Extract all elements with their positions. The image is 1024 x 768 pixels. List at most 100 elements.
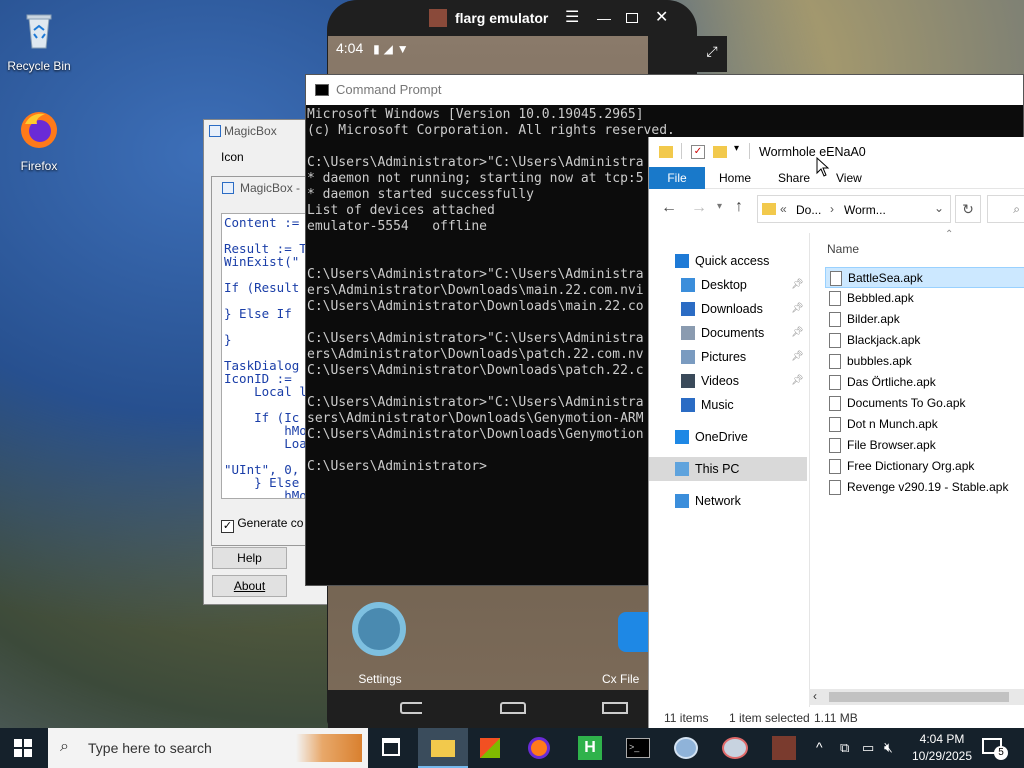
nav-item-videos[interactable]: Videos 📌︎ xyxy=(649,369,807,393)
refresh-icon[interactable]: ↻ xyxy=(955,195,981,223)
file-icon xyxy=(829,480,841,495)
nav-item-quick-access[interactable]: Quick access xyxy=(649,249,807,273)
explorer-title-bar[interactable]: ✓ ▾ Wormhole eENaA0 xyxy=(649,137,1024,167)
app-label-cx-file[interactable]: Cx File xyxy=(602,672,648,686)
volume-muted-icon[interactable]: 🔇︎ xyxy=(884,739,893,756)
file-row[interactable]: Bilder.apk xyxy=(825,309,1024,330)
recents-icon[interactable] xyxy=(602,702,628,714)
forward-arrow-icon[interactable]: → xyxy=(691,199,707,217)
notifications-button[interactable]: 5 xyxy=(982,738,1008,760)
file-row[interactable]: bubbles.apk xyxy=(825,351,1024,372)
desktop-icon-firefox[interactable]: Firefox xyxy=(2,108,76,173)
clock-date: 10/29/2025 xyxy=(911,749,973,763)
cmd-icon[interactable]: >_ xyxy=(626,738,650,758)
tab-view[interactable]: View xyxy=(836,167,862,189)
fullscreen-icon[interactable]: ⤢ xyxy=(697,36,727,72)
about-button[interactable]: About xyxy=(212,575,287,597)
help-button[interactable]: Help xyxy=(212,547,287,569)
breadcrumb-part[interactable]: Worm... xyxy=(844,203,886,217)
back-icon[interactable] xyxy=(400,702,422,714)
tab-home[interactable]: Home xyxy=(719,167,751,189)
taskbar-file-explorer[interactable] xyxy=(418,728,468,768)
signal-icon: ◢ xyxy=(383,42,393,56)
file-row[interactable]: Blackjack.apk xyxy=(825,330,1024,351)
emulator-title-bar[interactable]: flarg emulator ☰ — ✕ xyxy=(327,4,697,32)
firefox-icon[interactable] xyxy=(528,737,550,759)
file-row[interactable]: Free Dictionary Org.apk xyxy=(825,456,1024,477)
nav-item-pictures[interactable]: Pictures 📌︎ xyxy=(649,345,807,369)
nav-item-desktop[interactable]: Desktop 📌︎ xyxy=(649,273,807,297)
file-name: Documents To Go.apk xyxy=(847,396,966,410)
menu-icon[interactable]: ☰ xyxy=(565,4,579,32)
tab-file[interactable]: File xyxy=(649,167,705,189)
home-icon[interactable] xyxy=(500,702,526,714)
properties-icon[interactable]: ✓ xyxy=(691,145,705,159)
clock[interactable]: 4:04 PM 10/29/2025 xyxy=(906,731,978,765)
emulator-logo-icon xyxy=(429,9,447,27)
window-title: Wormhole eENaA0 xyxy=(759,145,866,159)
recent-dropdown-icon[interactable]: ▾ xyxy=(717,201,722,212)
item-count: 11 items xyxy=(664,711,709,725)
nav-item-downloads[interactable]: Downloads 📌︎ xyxy=(649,297,807,321)
scrollbar-thumb[interactable] xyxy=(829,692,1009,702)
windows-start-icon[interactable] xyxy=(14,739,32,757)
app-icon xyxy=(209,125,221,137)
horizontal-scrollbar[interactable]: ‹ xyxy=(809,689,1024,705)
up-arrow-icon[interactable]: ↑ xyxy=(735,198,743,216)
tray-app-icon[interactable]: ⧉ xyxy=(840,740,849,756)
file-name: BattleSea.apk xyxy=(848,271,923,285)
file-row[interactable]: Dot n Munch.apk xyxy=(825,414,1024,435)
emulator-title: flarg emulator xyxy=(455,10,549,26)
file-row[interactable]: Bebbled.apk xyxy=(825,288,1024,309)
address-bar[interactable]: « Do... › Worm... ⌄ xyxy=(757,195,951,223)
nav-item-documents[interactable]: Documents 📌︎ xyxy=(649,321,807,345)
file-row[interactable]: File Browser.apk xyxy=(825,435,1024,456)
scroll-left-icon[interactable]: ‹ xyxy=(813,689,817,703)
folder-icon xyxy=(431,740,455,757)
address-dropdown-icon[interactable]: ⌄ xyxy=(934,201,944,215)
cx-file-icon[interactable] xyxy=(618,612,648,652)
customize-dropdown-icon[interactable]: ▾ xyxy=(734,143,739,154)
new-folder-icon[interactable] xyxy=(713,146,727,158)
nav-item-music[interactable]: Music xyxy=(649,393,807,417)
firefox-icon xyxy=(21,112,57,148)
nav-item-network[interactable]: Network xyxy=(649,489,807,513)
close-icon[interactable]: ✕ xyxy=(655,4,668,32)
file-row[interactable]: Das Örtliche.apk xyxy=(825,372,1024,393)
nav-item-onedrive[interactable]: OneDrive xyxy=(649,425,807,449)
desktop-icon-recycle-bin[interactable]: Recycle Bin xyxy=(2,8,76,73)
task-view-icon[interactable] xyxy=(382,738,400,756)
minimize-icon[interactable]: — xyxy=(597,4,611,32)
file-name: Revenge v290.19 - Stable.apk xyxy=(847,480,1009,494)
hidden-icons-chevron-icon[interactable]: ^ xyxy=(816,739,823,755)
file-row[interactable]: BattleSea.apk xyxy=(825,267,1024,288)
nav-item-this-pc[interactable]: This PC xyxy=(649,457,807,481)
network-icon[interactable]: ▭ xyxy=(862,740,874,756)
paint-app-icon[interactable] xyxy=(722,737,748,759)
back-arrow-icon[interactable]: ← xyxy=(661,199,677,217)
hyper-icon[interactable]: H xyxy=(578,736,602,760)
search-icon[interactable]: ⌕ xyxy=(987,195,1024,223)
paint-icon[interactable] xyxy=(674,737,698,759)
nav-item-label: Downloads xyxy=(701,302,763,316)
taskbar: ⌕ Type here to search H >_ ^ ⧉ ▭ 🔇︎ 4:04… xyxy=(0,728,1024,768)
clock: 4:04 xyxy=(336,40,364,56)
recycle-bin-icon xyxy=(26,14,52,49)
tab-share[interactable]: Share xyxy=(778,167,810,189)
emulator-taskbar-icon[interactable] xyxy=(772,736,796,760)
column-header-name[interactable]: Name xyxy=(827,242,859,256)
file-explorer-window[interactable]: ✓ ▾ Wormhole eENaA0 File Home Share View… xyxy=(648,137,1024,730)
cmd-title-bar[interactable]: Command Prompt xyxy=(306,75,1023,105)
taskbar-search-box[interactable]: ⌕ Type here to search xyxy=(48,728,368,768)
store-icon[interactable] xyxy=(480,738,500,758)
app-label-settings[interactable]: Settings xyxy=(345,672,415,686)
maximize-icon[interactable] xyxy=(626,13,638,23)
breadcrumb-chevron-icon: « xyxy=(780,202,787,216)
breadcrumb-part[interactable]: Do... xyxy=(796,203,821,217)
file-row[interactable]: Revenge v290.19 - Stable.apk xyxy=(825,477,1024,498)
clock-time: 4:04 PM xyxy=(919,732,965,746)
file-row[interactable]: Documents To Go.apk xyxy=(825,393,1024,414)
settings-icon[interactable] xyxy=(352,602,406,656)
notification-badge: 5 xyxy=(994,746,1008,760)
